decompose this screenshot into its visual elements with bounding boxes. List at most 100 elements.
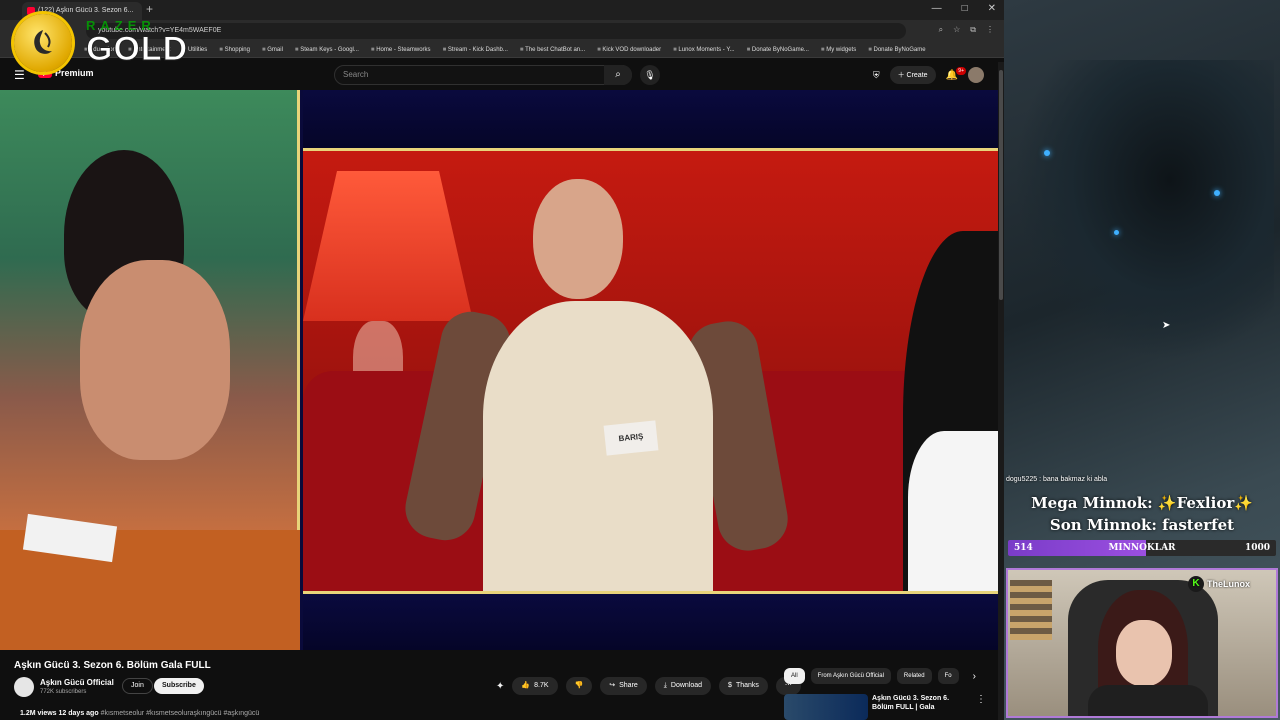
action-bar: ✦ 👍 8.7K 👎 ↪ Share ⤓ Download $ Thanks ⋯ (496, 677, 801, 695)
video-info: Aşkın Gücü 3. Sezon 6. Bölüm Gala FULL A… (0, 650, 998, 720)
minnok-panel: Mega Minnok: ✨Fexlior✨ Son Minnok: faste… (1004, 492, 1280, 536)
subscribe-button[interactable]: Subscribe (154, 678, 204, 694)
bookmark-item[interactable]: Stream - Kick Dashb... (443, 42, 508, 57)
thumbs-down-icon: 👎 (574, 682, 584, 689)
video-scene: BARIŞ (303, 148, 998, 594)
sparkle-icon[interactable]: ✦ (496, 681, 504, 692)
kick-badge: K TheLunox (1188, 576, 1250, 592)
dragon-artwork (1014, 60, 1274, 360)
video-bottom-band (303, 594, 998, 650)
bookmark-item[interactable]: Donate ByNoGame (868, 42, 926, 57)
video-title: Aşkın Gücü 3. Sezon 6. Bölüm Gala FULL (14, 660, 211, 671)
menu-dots-icon[interactable]: ⋮ (986, 25, 994, 35)
video-left-panel (0, 90, 300, 650)
address-bar-icons: ⌕ ☆ ⧉ ⋮ (939, 25, 994, 35)
bookmark-item[interactable]: The best ChatBot an... (520, 42, 585, 57)
razer-gold-logo (14, 14, 72, 72)
hashtags[interactable]: #kısmetseolur #kısmetseoluraşkıngücü #aş… (101, 710, 260, 717)
search-input[interactable]: Search (334, 65, 632, 85)
channel-name[interactable]: Aşkın Gücü Official (40, 678, 114, 687)
tab-bar: (122) Aşkın Gücü 3. Sezon 6... + — □ ✕ (0, 0, 1004, 20)
mega-minnok-text: Mega Minnok: ✨Fexlior✨ (1031, 494, 1253, 512)
thanks-icon: $ (728, 682, 732, 689)
create-button[interactable]: ＋ Create (889, 66, 936, 84)
hamburger-menu-icon[interactable]: ☰ (14, 68, 26, 82)
bookmark-item[interactable]: Donate ByNoGame... (747, 42, 809, 57)
url-field[interactable]: youtube.com/watch?v=YE4m5WAEF0E (86, 23, 906, 39)
chat-message: dogu5225 : bana bakmaz ki abla (1006, 476, 1108, 483)
glow-dot (1214, 190, 1220, 196)
share-icon: ↪ (609, 682, 616, 689)
subscriber-count: 772K subscribers (40, 689, 87, 695)
razer-snake-icon (34, 30, 52, 54)
minnok-progress-bar: 514 MINNOKLAR 1000 (1008, 540, 1276, 556)
kick-logo-icon: K (1188, 576, 1204, 592)
bookmark-item[interactable]: My widgets (821, 42, 856, 57)
zoom-icon[interactable]: ⌕ (939, 25, 943, 35)
woman-shirt (908, 431, 998, 591)
thanks-button[interactable]: $ Thanks (719, 677, 768, 695)
voice-search-icon[interactable]: 🎙 (640, 65, 660, 85)
view-count: 1.2M views (20, 710, 57, 717)
thumbs-up-icon: 👍 (521, 682, 531, 689)
notifications-bell-icon[interactable]: 🔔 9+ (946, 66, 966, 81)
download-button[interactable]: ⤓ Download (654, 677, 712, 695)
close-icon[interactable]: ✕ (988, 3, 996, 14)
mouse-cursor-icon: ➤ (1162, 320, 1171, 331)
recommended-title[interactable]: Aşkın Gücü 3. Sezon 6. Bölüm FULL | Gala (872, 694, 972, 712)
cast-icon[interactable]: ⛨ (873, 70, 880, 81)
minimize-icon[interactable]: — (932, 3, 942, 14)
man-body (483, 301, 713, 591)
browser-window: (122) Aşkın Gücü 3. Sezon 6... + — □ ✕ y… (0, 0, 1004, 720)
notification-badge: 9+ (956, 66, 966, 75)
lamp-shade (303, 171, 473, 321)
recommended-more-icon[interactable]: ⋮ (976, 694, 986, 705)
header-actions: ⛨ ＋ Create 🔔 9+ (873, 66, 984, 84)
streamer-face (1116, 620, 1172, 686)
join-button[interactable]: Join (122, 678, 153, 694)
youtube-favicon-icon (27, 7, 35, 15)
extensions-icon[interactable]: ⧉ (970, 25, 976, 35)
chip-item[interactable]: All (784, 668, 805, 684)
shelf (1010, 580, 1052, 640)
chip-item[interactable]: Fo (937, 668, 959, 684)
glow-dot (1044, 150, 1050, 156)
kick-username: TheLunox (1207, 579, 1250, 589)
name-tag: BARIŞ (603, 420, 659, 456)
avatar[interactable] (968, 67, 984, 83)
bookmark-item[interactable]: Home - Steamworks (371, 42, 430, 57)
recommendation-chips: All From Aşkın Gücü Official Related Fo › (784, 668, 976, 684)
maximize-icon[interactable]: □ (962, 3, 968, 14)
new-tab-button[interactable]: + (146, 2, 153, 16)
channel-avatar[interactable] (14, 677, 34, 697)
recommended-thumbnail[interactable] (784, 694, 868, 720)
man-head (533, 179, 623, 299)
chip-item[interactable]: From Aşkın Gücü Official (810, 668, 891, 684)
share-button[interactable]: ↪ Share (600, 677, 647, 695)
streamer-shirt (1088, 685, 1208, 716)
window-controls: — □ ✕ (932, 3, 996, 14)
view-stats: 1.2M views 12 days ago #kısmetseolur #kı… (20, 710, 259, 717)
chip-item[interactable]: Related (896, 668, 932, 684)
dislike-button[interactable]: 👎 (565, 677, 593, 695)
search-button[interactable]: ⌕ (604, 65, 632, 85)
bookmark-item[interactable]: Kick VOD downloader (597, 42, 661, 57)
bookmark-item[interactable]: Lunox Moments - Y... (673, 42, 734, 57)
minnok-goal: 1000 (1244, 543, 1270, 553)
bookmark-item[interactable]: Steam Keys - Googl... (295, 42, 359, 57)
star-icon[interactable]: ☆ (953, 25, 960, 35)
son-minnok-text: Son Minnok: fasterfet (1049, 516, 1235, 534)
upload-age: 12 days ago (58, 710, 99, 717)
download-icon: ⤓ (663, 682, 667, 689)
like-button[interactable]: 👍 8.7K (512, 677, 558, 695)
chevron-right-icon[interactable]: › (973, 671, 976, 682)
scrollbar-thumb[interactable] (999, 70, 1003, 300)
bookmark-item[interactable]: Gmail (262, 42, 283, 57)
face-shape (80, 260, 230, 460)
video-player[interactable]: BARIŞ (0, 90, 998, 650)
bookmark-item[interactable]: Shopping (219, 42, 250, 57)
tab-title: (122) Aşkın Gücü 3. Sezon 6... (38, 7, 134, 14)
minnok-label: MINNOKLAR (1108, 543, 1176, 553)
video-top-band (303, 90, 998, 148)
gold-wordmark: GOLD (85, 30, 189, 69)
